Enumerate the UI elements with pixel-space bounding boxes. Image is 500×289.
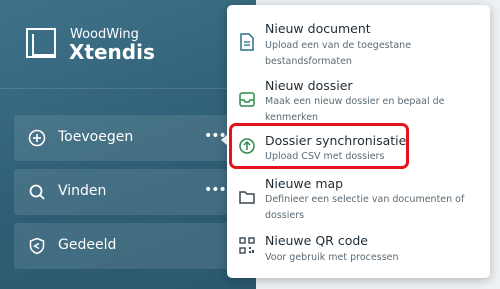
menu-item-title: Nieuw dossier [265, 78, 353, 93]
menu-item-title: Nieuwe map [265, 176, 344, 191]
logo-mark-icon [26, 28, 56, 58]
document-icon [240, 33, 254, 51]
sidebar-item-label: Gedeeld [58, 237, 117, 253]
sidebar-item-label: Vinden [58, 183, 107, 199]
brand-line2: Xtendis [69, 40, 155, 64]
plus-circle-icon [28, 129, 46, 147]
qr-code-icon [239, 237, 255, 254]
sidebar-item-toevoegen[interactable]: Toevoegen ••• [14, 115, 244, 161]
menu-item-title: Nieuwe QR code [265, 233, 368, 248]
highlight-annotation [229, 123, 409, 169]
menu-item-title: Nieuw document [265, 21, 371, 36]
sidebar-item-label: Toevoegen [58, 129, 134, 145]
menu-item-nieuw-document[interactable]: Nieuw document Upload een van de toegest… [227, 10, 490, 67]
search-icon [29, 184, 45, 200]
menu-item-description: Upload een van de toegestane bestandsfor… [265, 40, 412, 67]
share-shield-icon [29, 237, 45, 255]
sidebar-item-gedeeld[interactable]: Gedeeld [14, 223, 244, 269]
inbox-dossier-icon [239, 92, 255, 107]
menu-item-description: Definieer een selectie van documenten of… [265, 194, 465, 221]
sidebar-item-vinden[interactable]: Vinden ••• [14, 169, 244, 215]
menu-item-nieuwe-map[interactable]: Nieuwe map Definieer een selectie van do… [227, 174, 490, 228]
sidebar-divider [0, 88, 256, 89]
menu-item-nieuw-dossier[interactable]: Nieuw dossier Maak een nieuw dossier en … [227, 72, 490, 126]
folder-icon [239, 191, 255, 204]
menu-item-nieuwe-qr-code[interactable]: Nieuwe QR code Voor gebruik met processe… [227, 228, 490, 282]
menu-item-description: Voor gebruik met processen [265, 252, 399, 263]
menu-item-description: Maak een nieuw dossier en bepaal de kenm… [265, 96, 445, 123]
more-options-icon[interactable]: ••• [204, 182, 227, 198]
